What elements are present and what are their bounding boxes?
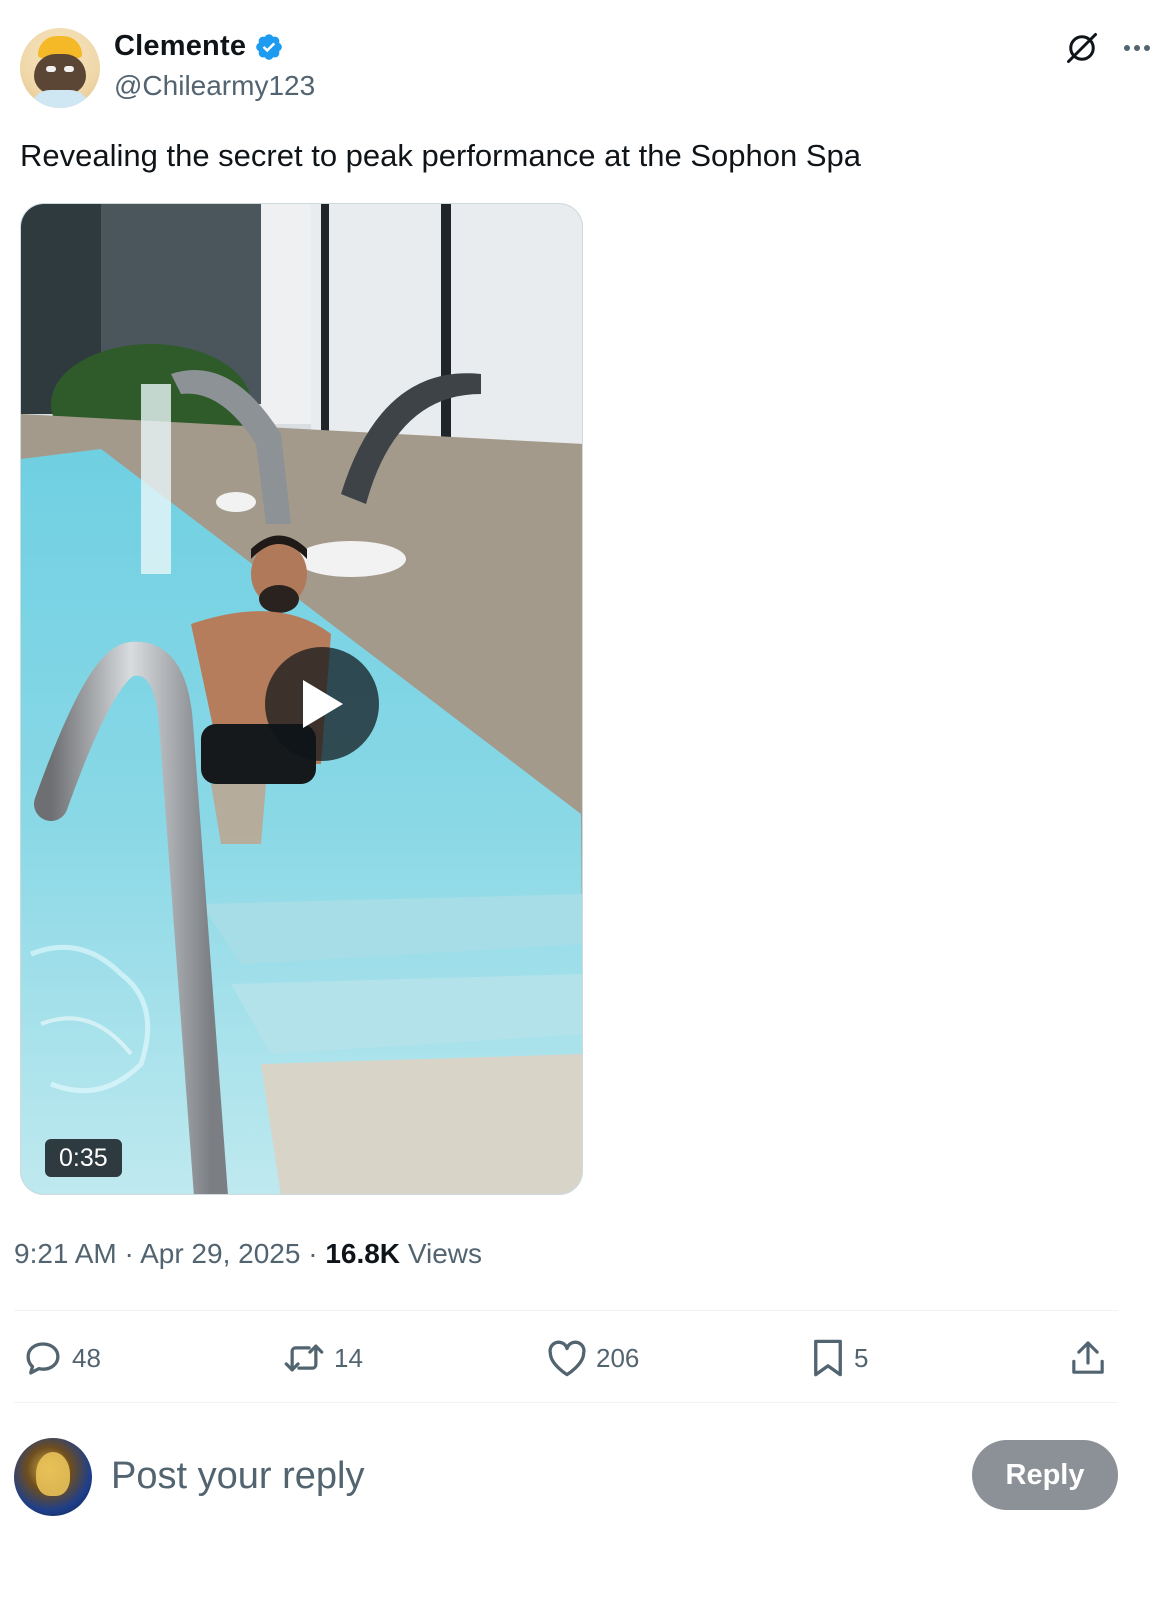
- like-button[interactable]: 206: [546, 1333, 639, 1383]
- author-avatar[interactable]: [20, 28, 100, 108]
- play-button[interactable]: [265, 647, 379, 761]
- avatar-eye: [64, 66, 74, 72]
- verified-badge-icon: [254, 32, 284, 62]
- repost-count: 14: [334, 1342, 363, 1373]
- post-meta: 9:21 AM · Apr 29, 2025 · 16.8K Views: [14, 1238, 482, 1270]
- author-name-row[interactable]: Clemente: [114, 30, 284, 63]
- post-text: Revealing the secret to peak performance…: [20, 138, 861, 173]
- share-button[interactable]: [1068, 1333, 1108, 1383]
- reply-composer: Reply: [14, 1438, 1118, 1520]
- share-icon: [1072, 1341, 1104, 1374]
- like-count: 206: [596, 1342, 640, 1373]
- meta-separator: ·: [308, 1238, 318, 1269]
- reply-button[interactable]: 48: [22, 1333, 101, 1383]
- avatar-eye: [46, 66, 56, 72]
- repost-icon: [284, 1344, 324, 1372]
- more-icon[interactable]: [1122, 43, 1152, 53]
- reply-icon: [26, 1342, 60, 1375]
- like-icon: [548, 1340, 586, 1377]
- grok-icon[interactable]: [1064, 30, 1100, 66]
- post-header: Clemente @Chilearmy123: [20, 28, 1152, 110]
- avatar-shirt: [30, 90, 90, 108]
- action-bar: 48 14 206 5: [14, 1333, 1118, 1383]
- views-label: Views: [407, 1238, 482, 1269]
- bookmark-icon: [814, 1339, 842, 1377]
- bookmark-count: 5: [854, 1342, 869, 1373]
- current-user-avatar[interactable]: [14, 1438, 92, 1516]
- avatar-figure: [36, 1452, 70, 1496]
- post-date[interactable]: Apr 29, 2025: [140, 1238, 300, 1269]
- avatar-face: [34, 54, 86, 94]
- video-duration-badge: 0:35: [45, 1139, 122, 1177]
- post-video[interactable]: 0:35: [20, 203, 583, 1195]
- post-time[interactable]: 9:21 AM: [14, 1238, 117, 1269]
- repost-button[interactable]: 14: [282, 1333, 363, 1383]
- author-handle[interactable]: @Chilearmy123: [114, 70, 315, 102]
- play-icon: [303, 680, 343, 728]
- reply-input[interactable]: [111, 1448, 811, 1504]
- divider: [14, 1310, 1118, 1311]
- post-top-actions: [1064, 30, 1152, 66]
- views-count: 16.8K: [325, 1238, 401, 1269]
- reply-count: 48: [72, 1342, 101, 1373]
- meta-separator: ·: [124, 1238, 134, 1269]
- reply-submit-button[interactable]: Reply: [972, 1440, 1118, 1510]
- divider: [14, 1402, 1118, 1403]
- author-display-name[interactable]: Clemente: [114, 30, 246, 63]
- bookmark-button[interactable]: 5: [810, 1333, 868, 1383]
